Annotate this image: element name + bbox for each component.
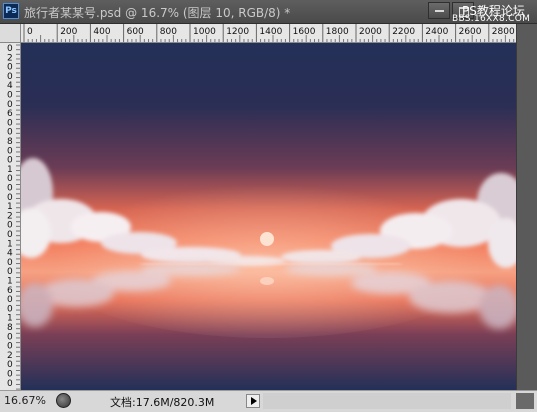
document-size-info: 文档:17.6M/820.3M [110,396,215,409]
ruler-label: 400 [93,27,110,37]
ruler-label: 1800 [326,27,349,37]
horizon-line [141,263,401,265]
vertical-ruler-scale: 0200400600800100012001400160018002000 [7,44,20,390]
document-tab-bar: Ps 旅行者某某号.psd @ 16.7% (图层 10, RGB/8) * P… [0,0,537,24]
document-title[interactable]: 旅行者某某号.psd @ 16.7% (图层 10, RGB/8) * [24,4,290,21]
status-menu-icon[interactable] [56,393,71,408]
ruler-label: 0 [27,27,33,37]
ruler-label: 200 [60,27,77,37]
sun-reflection [260,277,274,285]
status-info-menu-button[interactable] [246,394,260,408]
ruler-origin[interactable] [0,24,21,43]
ruler-label: 2800 [492,27,515,37]
photoshop-app-icon: Ps [3,3,19,19]
horizontal-ruler-scale: 0 200 400 600 800 1000 1200 1400 1600 1800 2000 220… [23,24,515,42]
zoom-level-field[interactable]: 16.67% [4,393,50,409]
document-canvas[interactable] [21,43,516,390]
horizontal-ruler[interactable]: 0 200 400 600 800 1000 1200 1400 1600 1800 2000 220… [21,24,516,43]
window-resize-grip[interactable] [516,393,534,409]
sun [260,232,274,246]
minimize-button[interactable] [428,2,450,19]
ruler-label: 1400 [259,27,282,37]
ruler-label: 2000 [359,27,382,37]
watermark-url: BBS.16XX8.COM [452,14,531,24]
status-bar: 16.67% 文档:17.6M/820.3M [0,390,537,412]
ruler-label: 1200 [226,27,249,37]
ruler-label: 0 [7,379,13,389]
ruler-label: 2400 [425,27,448,37]
ruler-label: 800 [160,27,177,37]
ruler-label: 1600 [293,27,316,37]
ruler-label: 600 [127,27,144,37]
vertical-ruler[interactable]: 0200400600800100012001400160018002000 [0,43,21,390]
ruler-label: 2600 [459,27,482,37]
ruler-label: 1000 [193,27,216,37]
horizontal-scrollbar[interactable] [263,393,511,409]
ruler-label: 2200 [392,27,415,37]
vertical-scrollbar[interactable] [516,24,537,390]
